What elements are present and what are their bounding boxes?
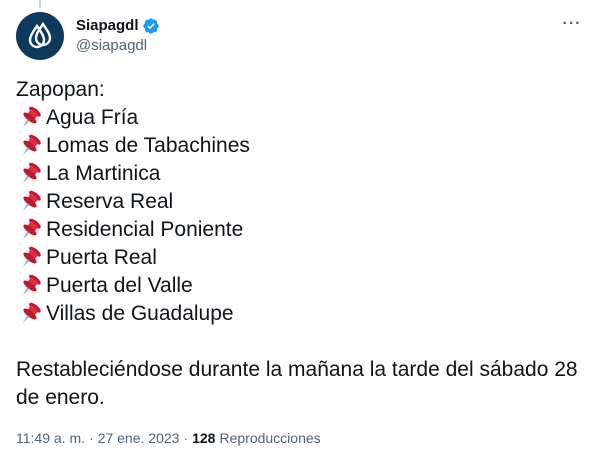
views-label[interactable]: Reproducciones	[219, 429, 320, 447]
author-display-name[interactable]: Siapagdl	[76, 16, 139, 36]
location-name: Reserva Real	[46, 190, 174, 213]
siapa-drops-logo-icon	[28, 21, 52, 49]
pushpin-icon	[22, 162, 41, 184]
meta-separator: ·	[89, 430, 94, 446]
tweet-closing-text: Restableciéndose durante la mañana la ta…	[16, 358, 578, 409]
list-item: Villas de Guadalupe	[16, 300, 582, 328]
location-name: La Martinica	[46, 162, 161, 185]
avatar[interactable]	[16, 12, 64, 60]
location-name: Puerta Real	[46, 246, 157, 269]
author-names: Siapagdl @siapagdl	[76, 16, 160, 56]
meta-separator: ·	[183, 430, 189, 446]
tweet-intro: Zapopan:	[16, 78, 105, 101]
location-name: Puerta del Valle	[46, 274, 193, 297]
pushpin-icon	[22, 134, 41, 156]
pushpin-icon	[22, 106, 41, 128]
pushpin-icon	[22, 274, 41, 296]
more-horizontal-icon: ···	[562, 15, 582, 32]
list-item: Residencial Poniente	[16, 216, 582, 244]
location-name: Residencial Poniente	[46, 218, 244, 241]
location-name: Villas de Guadalupe	[46, 302, 234, 325]
pushpin-icon	[22, 218, 41, 240]
tweet-header: Siapagdl @siapagdl ···	[16, 12, 582, 60]
location-name: Lomas de Tabachines	[46, 134, 250, 157]
tweet-text: Zapopan: Agua Fría Lomas de Tabachines L…	[16, 76, 582, 412]
location-name: Agua Fría	[46, 106, 139, 129]
location-list: Agua Fría Lomas de Tabachines La Martini…	[16, 104, 582, 328]
list-item: Puerta del Valle	[16, 272, 582, 300]
list-item: Puerta Real	[16, 244, 582, 272]
tweet-time[interactable]: 11:49 a. m.	[16, 429, 85, 447]
list-item: La Martinica	[16, 160, 582, 188]
list-item: Reserva Real	[16, 188, 582, 216]
tweet-meta: 11:49 a. m. · 27 ene. 2023 · 128 Reprodu…	[16, 429, 321, 447]
author-handle[interactable]: @siapagdl	[76, 36, 160, 56]
tweet-date[interactable]: 27 ene. 2023	[98, 429, 180, 447]
verified-badge-icon	[142, 18, 159, 34]
pushpin-icon	[22, 190, 41, 212]
list-item: Agua Fría	[16, 104, 582, 132]
pushpin-icon	[22, 302, 41, 324]
more-options-button[interactable]: ···	[562, 12, 582, 36]
thread-connector-line	[39, 0, 41, 8]
views-count: 128	[192, 430, 216, 446]
pushpin-icon	[22, 246, 41, 268]
list-item: Lomas de Tabachines	[16, 132, 582, 160]
